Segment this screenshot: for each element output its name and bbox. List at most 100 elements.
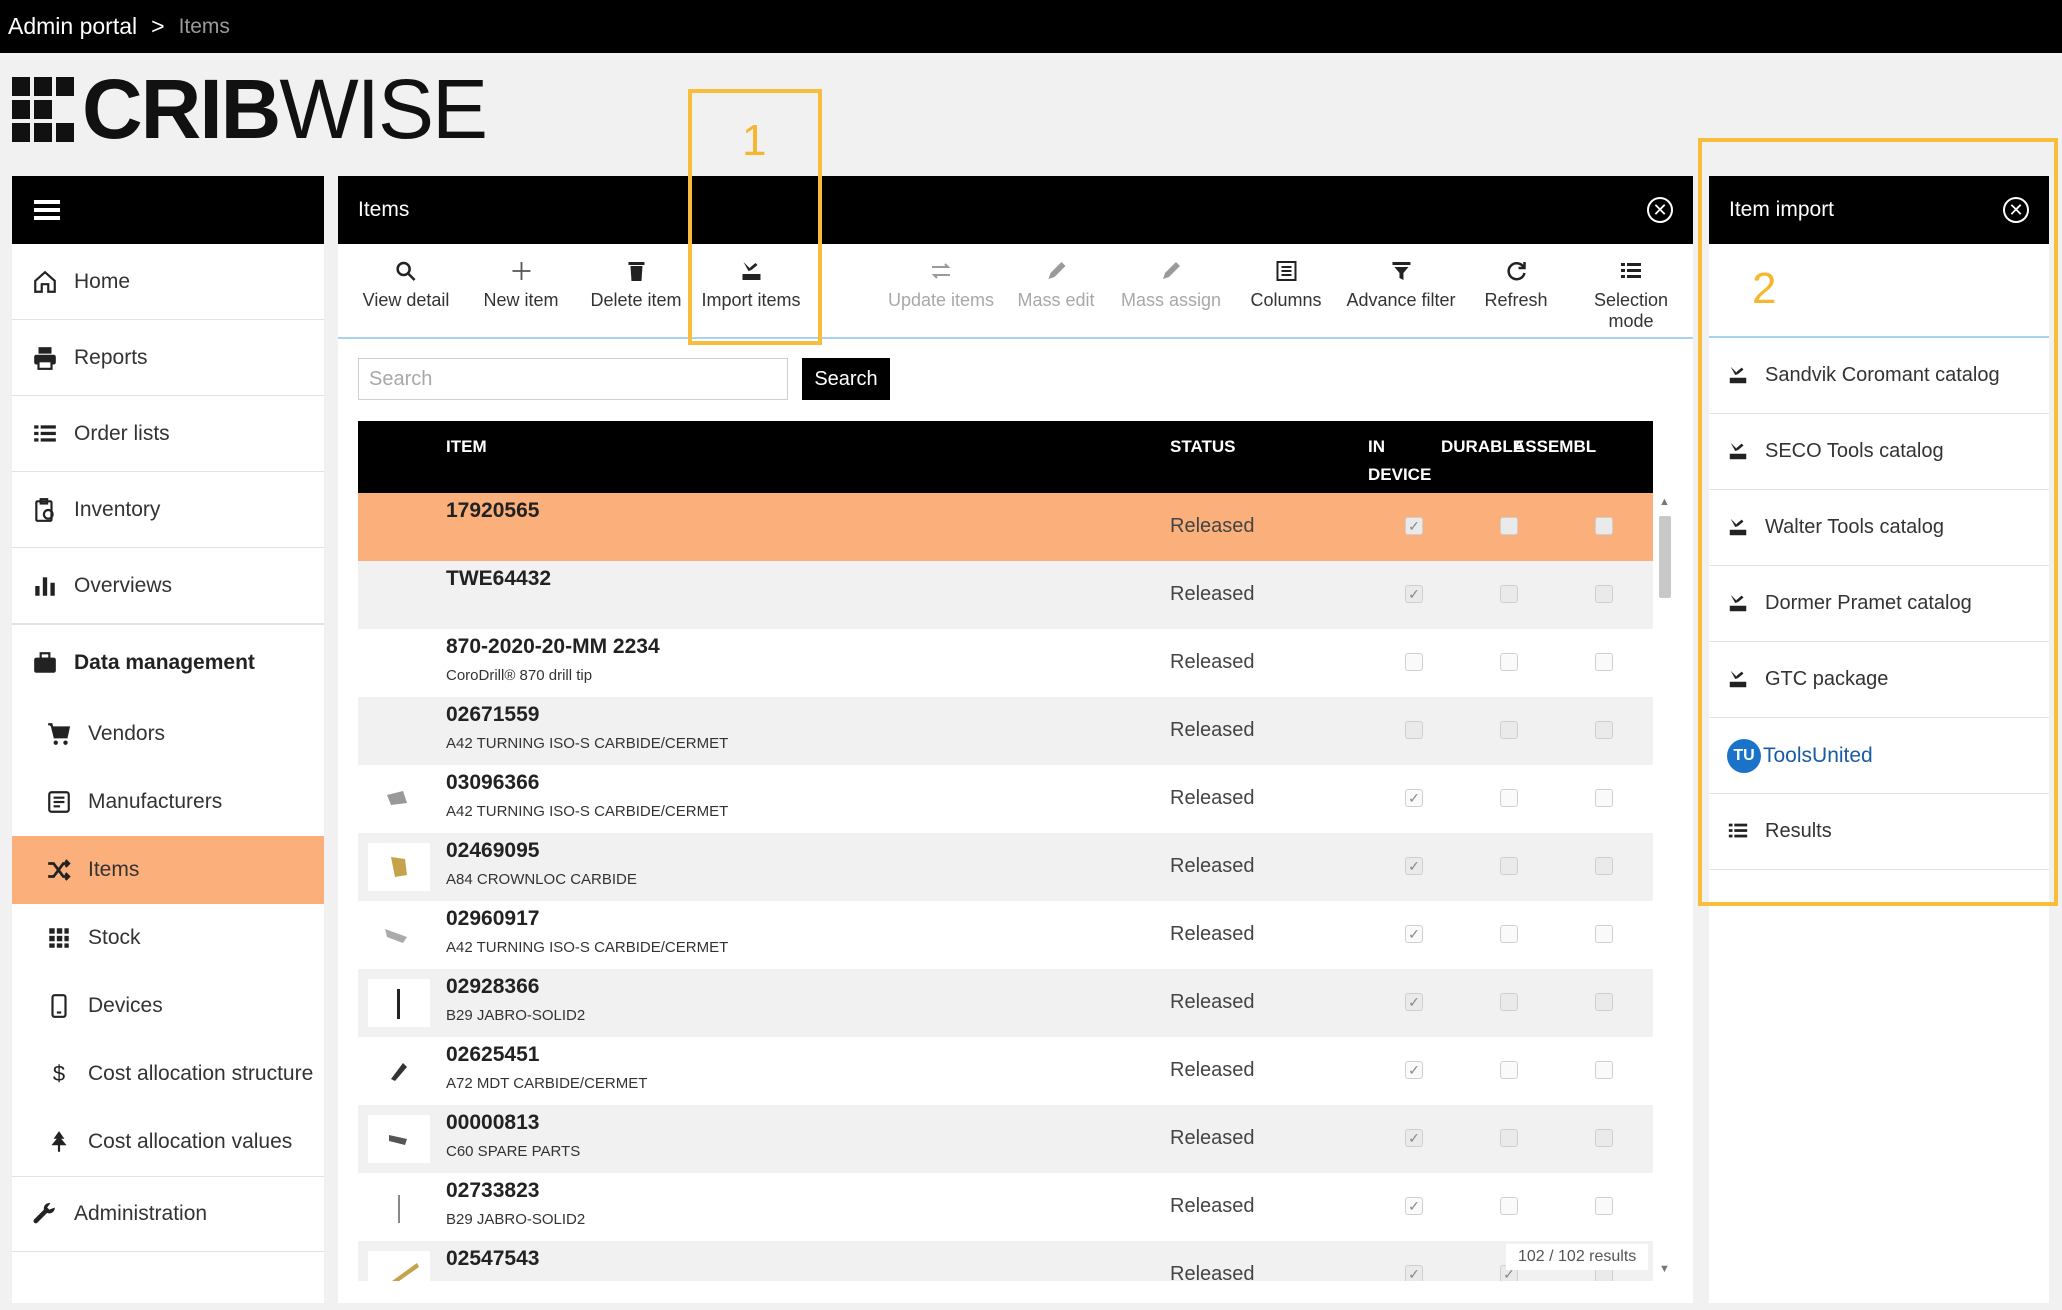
in-device-checkbox[interactable]: ✓ bbox=[1405, 585, 1423, 603]
columns-button[interactable]: Columns bbox=[1250, 256, 1322, 311]
in-device-checkbox[interactable]: ✓ bbox=[1405, 925, 1423, 943]
in-device-checkbox[interactable]: ✓ bbox=[1405, 1061, 1423, 1079]
sidebar-item-vendors[interactable]: Vendors bbox=[12, 700, 324, 768]
sidebar-item-label: Administration bbox=[74, 1202, 208, 1225]
sidebar-header bbox=[12, 176, 324, 244]
table-scrollbar[interactable]: ▲ ▼ bbox=[1656, 494, 1674, 1279]
table-row[interactable]: 870-2020-20-MM 2234 CoroDrill® 870 drill … bbox=[358, 629, 1653, 697]
assembly-checkbox[interactable] bbox=[1595, 517, 1613, 535]
durable-checkbox[interactable] bbox=[1500, 517, 1518, 535]
in-device-checkbox[interactable]: ✓ bbox=[1405, 1197, 1423, 1215]
breadcrumb-root[interactable]: Admin portal bbox=[8, 13, 137, 40]
assembly-checkbox[interactable] bbox=[1595, 1061, 1613, 1079]
table-row[interactable]: 02547543 Released ✓ ✓ bbox=[358, 1241, 1653, 1281]
durable-checkbox[interactable] bbox=[1500, 1061, 1518, 1079]
column-header-item[interactable]: ITEM bbox=[446, 433, 487, 461]
close-icon[interactable]: ✕ bbox=[1647, 197, 1673, 223]
sidebar-item-reports[interactable]: Reports bbox=[12, 320, 324, 396]
pencil-icon bbox=[1121, 256, 1221, 286]
table-header: ITEM STATUS IN DEVICE DURABLE ASSEMBL bbox=[358, 421, 1653, 493]
durable-checkbox[interactable] bbox=[1500, 721, 1518, 739]
in-device-checkbox[interactable]: ✓ bbox=[1405, 1129, 1423, 1147]
item-status: Released bbox=[1170, 515, 1255, 537]
assembly-checkbox[interactable] bbox=[1595, 993, 1613, 1011]
item-status: Released bbox=[1170, 719, 1255, 741]
in-device-checkbox[interactable]: ✓ bbox=[1405, 857, 1423, 875]
item-number: TWE64432 bbox=[446, 567, 552, 590]
table-row[interactable]: 02469095 A84 CROWNLOC CARBIDE Released ✓ bbox=[358, 833, 1653, 901]
item-description: CoroDrill® 870 drill tip bbox=[446, 667, 593, 684]
assembly-checkbox[interactable] bbox=[1595, 1129, 1613, 1147]
assembly-checkbox[interactable] bbox=[1595, 653, 1613, 671]
table-row[interactable]: 02671559 A42 TURNING ISO-S CARBIDE/CERMET… bbox=[358, 697, 1653, 765]
column-header-durable[interactable]: DURABLE bbox=[1441, 433, 1524, 461]
in-device-checkbox[interactable]: ✓ bbox=[1405, 993, 1423, 1011]
sidebar: Home Reports Order lists Inventory Overv… bbox=[12, 176, 324, 1303]
sidebar-item-overviews[interactable]: Overviews bbox=[12, 548, 324, 624]
durable-checkbox[interactable] bbox=[1500, 789, 1518, 807]
sidebar-item-stock[interactable]: Stock bbox=[12, 904, 324, 972]
mass-assign-button[interactable]: Mass assign bbox=[1121, 256, 1221, 311]
table-row[interactable]: TWE64432 Released ✓ bbox=[358, 561, 1653, 629]
assembly-checkbox[interactable] bbox=[1595, 585, 1613, 603]
view-detail-button[interactable]: View detail bbox=[363, 256, 449, 311]
table-row[interactable]: 02960917 A42 TURNING ISO-S CARBIDE/CERMET… bbox=[358, 901, 1653, 969]
durable-checkbox[interactable] bbox=[1500, 993, 1518, 1011]
item-status: Released bbox=[1170, 583, 1255, 605]
mass-edit-button[interactable]: Mass edit bbox=[1017, 256, 1095, 311]
update-items-button[interactable]: Update items bbox=[888, 256, 994, 311]
assembly-checkbox[interactable] bbox=[1595, 925, 1613, 943]
sidebar-item-items[interactable]: Items bbox=[12, 836, 324, 904]
sidebar-item-data-management[interactable]: Data management bbox=[12, 624, 324, 700]
sidebar-item-cost-allocation-structure[interactable]: $ Cost allocation structure bbox=[12, 1040, 324, 1108]
item-description: B29 JABRO-SOLID2 bbox=[446, 1211, 586, 1228]
sidebar-item-devices[interactable]: Devices bbox=[12, 972, 324, 1040]
search-input[interactable] bbox=[358, 358, 788, 400]
durable-checkbox[interactable] bbox=[1500, 653, 1518, 671]
table-row[interactable]: 00000813 C60 SPARE PARTS Released ✓ bbox=[358, 1105, 1653, 1173]
scroll-down-icon[interactable]: ▼ bbox=[1659, 1263, 1670, 1275]
refresh-button[interactable]: Refresh bbox=[1484, 256, 1548, 311]
assembly-checkbox[interactable] bbox=[1595, 789, 1613, 807]
durable-checkbox[interactable] bbox=[1500, 925, 1518, 943]
scroll-up-icon[interactable]: ▲ bbox=[1659, 496, 1670, 508]
item-thumbnail bbox=[368, 1251, 430, 1281]
in-device-checkbox[interactable]: ✓ bbox=[1405, 789, 1423, 807]
table-row[interactable]: 17920565 Released ✓ bbox=[358, 493, 1653, 561]
sidebar-item-label: Home bbox=[74, 269, 131, 293]
column-header-status[interactable]: STATUS bbox=[1170, 433, 1235, 461]
table-row[interactable]: 02625451 A72 MDT CARBIDE/CERMET Released ✓ bbox=[358, 1037, 1653, 1105]
breadcrumb-separator: > bbox=[151, 13, 165, 39]
in-device-checkbox[interactable]: ✓ bbox=[1405, 517, 1423, 535]
scroll-thumb[interactable] bbox=[1659, 516, 1671, 598]
in-device-checkbox[interactable]: ✓ bbox=[1405, 1265, 1423, 1281]
in-device-checkbox[interactable] bbox=[1405, 653, 1423, 671]
column-header-in-device[interactable]: IN DEVICE bbox=[1368, 433, 1431, 489]
sidebar-item-home[interactable]: Home bbox=[12, 244, 324, 320]
durable-checkbox[interactable] bbox=[1500, 857, 1518, 875]
table-row[interactable]: 02928366 B29 JABRO-SOLID2 Released ✓ bbox=[358, 969, 1653, 1037]
hamburger-menu-icon[interactable] bbox=[34, 200, 60, 220]
item-number: 870-2020-20-MM 2234 bbox=[446, 635, 660, 658]
durable-checkbox[interactable] bbox=[1500, 1197, 1518, 1215]
durable-checkbox[interactable] bbox=[1500, 1129, 1518, 1147]
advance-filter-button[interactable]: Advance filter bbox=[1346, 256, 1456, 311]
column-header-assembly[interactable]: ASSEMBL bbox=[1513, 433, 1596, 461]
sidebar-item-label: Order lists bbox=[74, 421, 170, 445]
sidebar-item-order-lists[interactable]: Order lists bbox=[12, 396, 324, 472]
assembly-checkbox[interactable] bbox=[1595, 721, 1613, 739]
assembly-checkbox[interactable] bbox=[1595, 857, 1613, 875]
assembly-checkbox[interactable] bbox=[1595, 1197, 1613, 1215]
search-button[interactable]: Search bbox=[802, 358, 890, 400]
new-item-button[interactable]: New item bbox=[483, 256, 559, 311]
table-row[interactable]: 03096366 A42 TURNING ISO-S CARBIDE/CERMET… bbox=[358, 765, 1653, 833]
sidebar-item-administration[interactable]: Administration bbox=[12, 1176, 324, 1252]
table-row[interactable]: 02733823 B29 JABRO-SOLID2 Released ✓ bbox=[358, 1173, 1653, 1241]
selection-mode-button[interactable]: Selection mode bbox=[1594, 256, 1668, 332]
sidebar-item-inventory[interactable]: Inventory bbox=[12, 472, 324, 548]
durable-checkbox[interactable] bbox=[1500, 585, 1518, 603]
delete-item-button[interactable]: Delete item bbox=[590, 256, 682, 311]
in-device-checkbox[interactable] bbox=[1405, 721, 1423, 739]
sidebar-item-cost-allocation-values[interactable]: Cost allocation values bbox=[12, 1108, 324, 1176]
sidebar-item-manufacturers[interactable]: Manufacturers bbox=[12, 768, 324, 836]
